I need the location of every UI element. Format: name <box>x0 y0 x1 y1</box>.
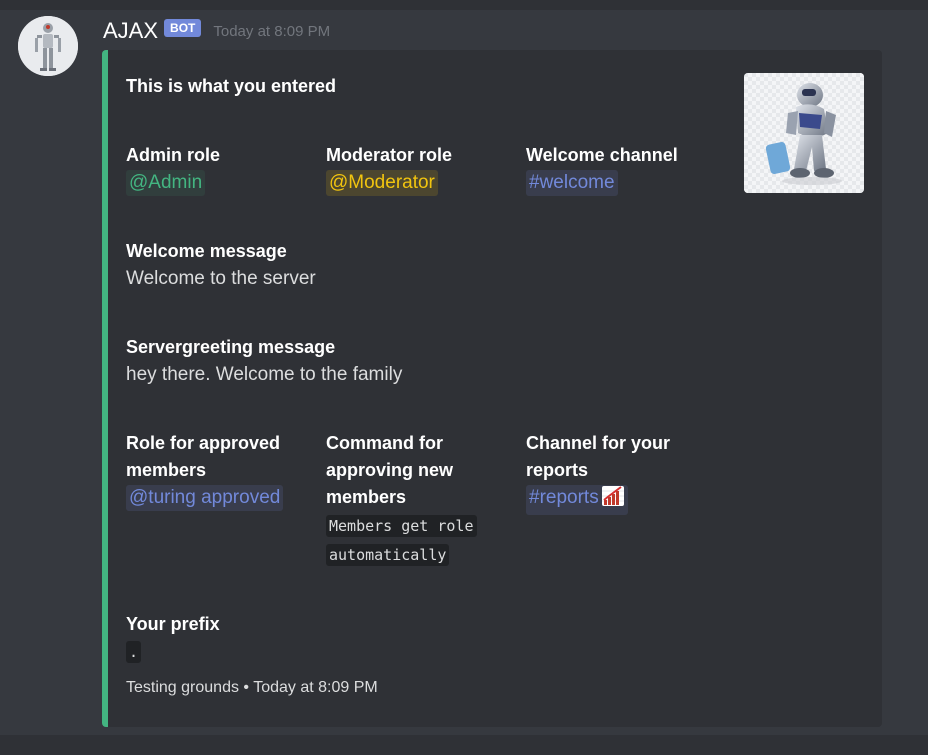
field-name: Welcome channel <box>526 145 678 165</box>
field-servergreeting-message: Servergreeting message hey there. Welcom… <box>126 334 626 388</box>
field-name: Channel for your reports <box>526 433 671 480</box>
field-name: Command for approving new members <box>326 433 454 507</box>
field-name: Your prefix <box>126 614 220 634</box>
embed-title: This is what you entered <box>126 76 337 96</box>
field-prefix: Your prefix . <box>126 611 316 665</box>
footer-timestamp: Today at 8:09 PM <box>253 679 378 696</box>
field-name: Role for approved members <box>126 433 281 480</box>
footer-text: Testing grounds <box>126 679 239 696</box>
field-admin-role: Admin role @Admin <box>126 142 316 196</box>
field-name: Servergreeting message <box>126 337 336 357</box>
username[interactable]: AJAX <box>103 18 158 44</box>
top-strip <box>0 0 928 10</box>
embed: This is what you entered Admin role @Adm… <box>102 50 882 727</box>
field-moderator-role: Moderator role @Moderator <box>326 142 516 196</box>
servergreeting-message-value: hey there. Welcome to the family <box>126 364 403 385</box>
approve-command-code: Members get role automatically <box>326 515 477 566</box>
embed-thumbnail[interactable] <box>744 73 864 193</box>
approved-role-mention[interactable]: @turing approved <box>126 485 284 511</box>
welcome-channel-mention[interactable]: #welcome <box>526 170 618 196</box>
field-welcome-channel: Welcome channel #welcome <box>526 142 716 196</box>
field-reports-channel: Channel for your reports #reports <box>526 430 701 515</box>
prefix-code: . <box>126 641 142 663</box>
field-welcome-message: Welcome message Welcome to the server <box>126 238 626 292</box>
admin-role-mention[interactable]: @Admin <box>126 170 206 196</box>
bot-avatar[interactable] <box>18 16 78 76</box>
welcome-message-value: Welcome to the server <box>126 268 316 289</box>
footer-separator: • <box>243 679 250 696</box>
bot-tag: BOT <box>164 19 202 37</box>
field-approved-role: Role for approved members @turing approv… <box>126 430 301 511</box>
reports-channel-mention[interactable]: #reports <box>526 485 628 515</box>
field-approve-command: Command for approving new members Member… <box>326 430 501 569</box>
bottom-strip <box>0 735 928 755</box>
field-name: Welcome message <box>126 241 287 261</box>
embed-footer: Testing grounds • Today at 8:09 PM <box>126 679 378 697</box>
message-header: AJAX BOT Today at 8:09 PM <box>103 16 330 46</box>
chart-increasing-icon <box>601 485 625 515</box>
message-timestamp: Today at 8:09 PM <box>213 22 331 40</box>
reports-channel-label: #reports <box>529 487 599 508</box>
field-name: Moderator role <box>326 145 453 165</box>
moderator-role-mention[interactable]: @Moderator <box>326 170 438 196</box>
field-name: Admin role <box>126 145 221 165</box>
